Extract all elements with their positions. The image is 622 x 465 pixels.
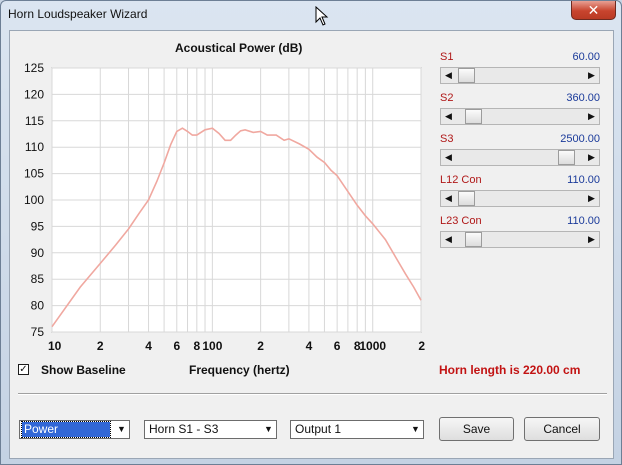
slider-thumb[interactable] — [458, 68, 476, 83]
slider-label: S2 — [440, 92, 454, 104]
slider-value: 360.00 — [566, 92, 600, 104]
y-tick-label: 90 — [31, 246, 45, 260]
y-tick-label: 120 — [24, 87, 44, 101]
scroll-right-icon[interactable]: ▶ — [584, 68, 599, 83]
slider-value: 2500.00 — [560, 133, 600, 145]
slider-label: S3 — [440, 133, 454, 145]
y-axis-ticks: 125 120 115 110 105 100 95 90 85 80 75 — [24, 61, 44, 339]
slider-scrollbar[interactable]: ◀ ▶ — [440, 231, 600, 248]
x-tick-label: 100 — [202, 339, 222, 353]
y-tick-label: 100 — [24, 193, 44, 207]
x-tick-label: 2 — [257, 339, 264, 353]
separator — [18, 393, 607, 395]
horn-section-value: Horn S1 - S3 — [149, 422, 219, 436]
slider-value: 60.00 — [572, 51, 600, 63]
x-tick-label: 6 — [334, 339, 341, 353]
x-tick-label: 4 — [306, 339, 313, 353]
x-tick-label: 10 — [48, 339, 62, 353]
scroll-left-icon[interactable]: ◀ — [441, 150, 456, 165]
horn-section-combo[interactable]: Horn S1 - S3 ▼ — [144, 420, 277, 439]
slider-thumb[interactable] — [458, 191, 476, 206]
scroll-left-icon[interactable]: ◀ — [441, 68, 456, 83]
x-tick-label: 6 — [173, 339, 180, 353]
scroll-right-icon[interactable]: ▶ — [584, 191, 599, 206]
output-port-value: Output 1 — [295, 422, 342, 436]
output-type-value: Power — [21, 421, 111, 438]
slider-thumb[interactable] — [558, 150, 576, 165]
save-button[interactable]: Save — [439, 417, 514, 441]
slider-scrollbar[interactable]: ◀ ▶ — [440, 149, 600, 166]
y-tick-label: 95 — [31, 219, 45, 233]
slider-thumb[interactable] — [464, 109, 482, 124]
y-tick-label: 110 — [25, 140, 44, 154]
cancel-button[interactable]: Cancel — [524, 417, 600, 441]
slider-label: S1 — [440, 51, 454, 63]
scroll-left-icon[interactable]: ◀ — [441, 191, 456, 206]
slider-value: 110.00 — [567, 215, 600, 227]
output-type-combo[interactable]: Power ▼ — [19, 420, 130, 439]
show-baseline-checkbox[interactable]: ✓ — [18, 364, 29, 375]
y-tick-label: 80 — [31, 299, 45, 313]
scroll-left-icon[interactable]: ◀ — [441, 109, 456, 124]
y-tick-label: 85 — [31, 272, 45, 286]
slider-scrollbar[interactable]: ◀ ▶ — [440, 190, 600, 207]
check-icon: ✓ — [19, 364, 28, 375]
x-axis-title: Frequency (hertz) — [189, 363, 290, 377]
x-tick-label: 8 — [193, 339, 200, 353]
x-axis-ticks: 10 2 4 6 8 100 2 4 6 81000 2 — [48, 339, 425, 353]
chevron-down-icon[interactable]: ▼ — [408, 421, 423, 438]
slider-value: 110.00 — [567, 174, 600, 186]
horn-length-text: Horn length is 220.00 cm — [439, 363, 581, 377]
show-baseline-label[interactable]: Show Baseline — [41, 363, 126, 377]
scroll-right-icon[interactable]: ▶ — [584, 150, 599, 165]
slider-label: L12 Con — [440, 174, 482, 186]
slider-thumb[interactable] — [464, 232, 482, 247]
mouse-cursor-icon — [315, 6, 329, 26]
scroll-left-icon[interactable]: ◀ — [441, 232, 456, 247]
slider-label: L23 Con — [440, 215, 482, 227]
y-tick-label: 125 — [24, 61, 44, 75]
x-tick-label: 1000 — [359, 339, 386, 353]
y-tick-label: 105 — [24, 167, 44, 181]
x-tick-label: 4 — [145, 339, 152, 353]
y-tick-label: 115 — [25, 114, 44, 128]
scroll-right-icon[interactable]: ▶ — [584, 232, 599, 247]
slider-scrollbar[interactable]: ◀ ▶ — [440, 108, 600, 125]
slider-scrollbar[interactable]: ◀ ▶ — [440, 67, 600, 84]
chevron-down-icon[interactable]: ▼ — [261, 421, 276, 438]
x-tick-label: 2 — [97, 339, 104, 353]
x-tick-label: 2 — [418, 339, 425, 353]
scroll-right-icon[interactable]: ▶ — [584, 109, 599, 124]
output-port-combo[interactable]: Output 1 ▼ — [290, 420, 424, 439]
chevron-down-icon[interactable]: ▼ — [114, 421, 129, 438]
y-tick-label: 75 — [31, 325, 45, 339]
